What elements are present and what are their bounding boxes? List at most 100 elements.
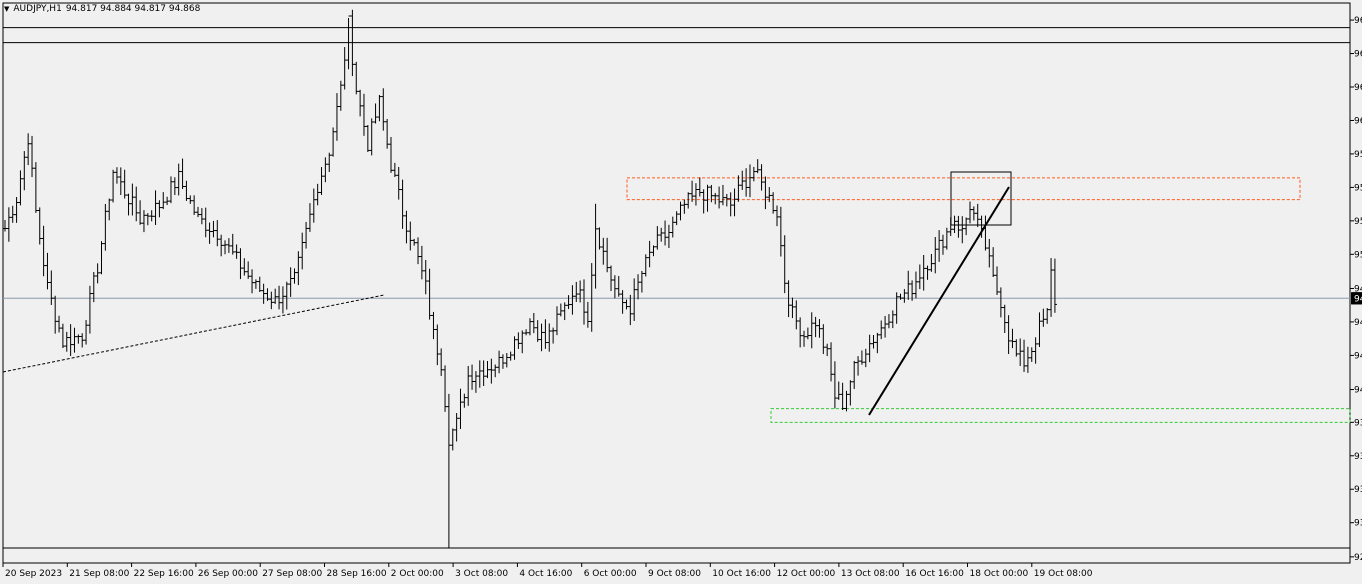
ohlc-bar [481,360,486,386]
ohlc-bar [720,184,725,206]
ohlc-bar [929,253,934,272]
y-tick-label: 94.200 [1354,386,1362,396]
ohlc-bar [416,237,421,265]
ohlc-bar [30,135,35,178]
symbol-label: AUDJPY,H1 [13,4,62,14]
ohlc-bar [138,200,143,225]
ohlc-bar [971,206,976,221]
triangle-down-icon[interactable]: ▼ [4,5,9,13]
dotted-trendline [2,294,385,373]
chart-canvas[interactable]: 96.905 96.660 96.415 96.170 95.925 95.680 95.4… [0,0,1362,584]
ohlc-bar [1025,346,1030,373]
ohlc-bar [354,61,359,95]
ohlc-bar [273,288,278,304]
ohlc-bar [53,295,58,334]
price-axis: 96.905 96.660 96.415 96.170 95.925 95.680 95.4… [1350,16,1362,563]
ohlc-bar [647,240,652,268]
y-tick-label: 95.680 [1354,183,1362,193]
ohlc-bar [419,245,424,280]
ohlc-bar [431,311,436,340]
x-tick-label: 22 Sep 16:00 [134,569,194,579]
ohlc-bar [724,193,729,207]
y-tick-label: 96.415 [1354,83,1362,93]
ohlc-bar [1049,258,1054,317]
ohlc-bar [894,292,899,324]
ohlc-bar [747,164,752,198]
ohlc-bar [408,221,413,251]
ohlc-bar [122,169,127,199]
x-tick-label: 26 Sep 00:00 [198,569,258,579]
uptrend-line [868,186,1010,416]
ohlc-bar [400,179,405,229]
y-tick-label: 96.170 [1354,116,1362,126]
ohlc-bar [1002,304,1007,333]
ohlc-bar [257,276,262,293]
ohlc-bar [736,175,741,202]
y-tick-label: 95.925 [1354,150,1362,160]
ohlc-bar [358,89,363,117]
ohlc-bar [639,270,644,293]
ohlc-bar [1010,328,1015,349]
ohlc-bar [311,188,316,223]
ohlc-bar [960,216,965,244]
ohlc-bar [493,364,498,378]
ohlc-bar [207,222,212,244]
ohlc-bar [921,255,926,291]
ohlc-bar [732,188,737,217]
ohlc-bar [396,167,401,200]
ohlc-bar [508,351,513,361]
ohlc-bar [991,247,996,278]
y-tick-label: 93.470 [1354,485,1362,495]
ohlc-bar [277,285,282,310]
ohlc-bar [524,329,529,336]
ohlc-bar [983,215,988,251]
ohlc-bar [103,203,108,251]
ohlc-bar [663,220,668,246]
ohlc-bar [49,270,54,305]
x-tick-label: 21 Sep 08:00 [69,569,129,579]
ohlc-bar [172,177,177,196]
ohlc-bar [693,183,698,206]
ohlc-bar [543,319,548,349]
ohlc-bar [18,170,23,206]
support-zone [770,408,1351,423]
ohlc-bar [157,200,162,218]
ohlc-bar [771,192,776,214]
x-tick-label: 2 Oct 00:00 [391,569,444,579]
y-tick-label: 92.975 [1354,553,1362,563]
ohlc-bar [744,168,749,197]
ohlc-bar [60,323,65,349]
ohlc-bar [161,192,166,210]
ohlc-bar [998,287,1003,318]
ohlc-bar [782,235,787,294]
ohlc-bar [404,210,409,244]
ohlc-bar [41,225,46,277]
ohlc-bar [361,93,366,136]
ohlc-bar [477,360,482,388]
ohlc-bar [871,335,876,349]
ohlc-bar [33,162,38,213]
ohlc-bar [512,336,517,360]
ohlc-bar [551,327,556,344]
ohlc-bar [250,269,255,294]
ohlc-bar [130,183,135,216]
ohlc-bar [1014,339,1019,357]
ohlc-bar [215,220,220,247]
ohlc-bar [64,331,69,352]
ohlc-bar [265,288,270,301]
ohlc-bar [852,360,857,389]
ohlc-bar [22,151,27,191]
ohlc-bar [1041,308,1046,327]
ohlc-bar [118,167,123,196]
ohlc-bar [307,203,312,232]
x-tick-label: 19 Oct 08:00 [1034,569,1093,579]
ohlc-bar [1022,339,1027,372]
ohlc-bar [466,365,471,406]
ohlc-bar [84,320,89,345]
ohlc-bar [3,219,7,232]
ohlc-bar [80,333,85,348]
ohlc-bar [666,224,671,249]
ohlc-bar [470,364,475,390]
current-price-label: 94.868 [1354,294,1362,304]
ohlc-bar [485,361,490,379]
